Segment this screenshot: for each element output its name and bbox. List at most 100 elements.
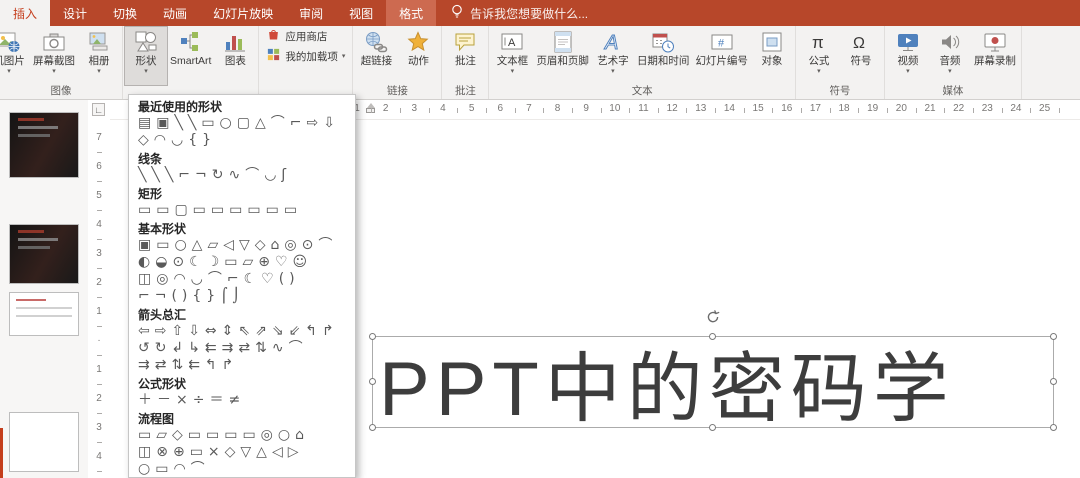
resize-handle-nw[interactable] [369,333,376,340]
slide-thumbnail[interactable] [9,292,79,336]
ribbon-group-label: 图像 [50,85,72,97]
dropdown-arrow-icon: ▾ [817,68,821,75]
shape-gallery-row[interactable]: ⇉⇄⇅⇇↰↱ [129,357,355,374]
action-icon [406,29,430,55]
tab-review[interactable]: 审阅 [286,0,336,26]
slide-title-text[interactable]: PPT中的密码学 [373,337,1053,432]
photo-album-button[interactable]: 相册 ▾ [78,27,120,85]
shape-gallery-row[interactable]: ○▭◠⌒ [129,461,355,477]
wordart-button[interactable]: A 艺术字 ▾ [592,27,634,85]
shape-section: 最近使用的形状 ▤▣╲╲▭○▢△⌒⌐⇨⇩ ◇◠◡{} [129,97,355,149]
shape-section-title: 线条 [138,152,163,166]
selected-text-box[interactable]: PPT中的密码学 [369,310,1057,432]
ruler-number: 21 [924,103,936,114]
tab-transitions[interactable]: 切换 [100,0,150,26]
screen-record-button[interactable]: 屏幕录制 ▾ [971,27,1019,85]
smartart-button[interactable]: SmartArt ▾ [167,27,214,85]
tab-label: 格式 [399,6,424,21]
shape-gallery-row[interactable]: ◫⊗⊕▭×◇▽△◁▷ [129,444,355,461]
button-label: 文本框 [496,55,529,67]
tab-view[interactable]: 视图 [336,0,386,26]
video-button[interactable]: 视频 ▾ [887,27,929,85]
ribbon-group-label: 符号 [829,85,851,97]
slide-number-button[interactable]: # 幻灯片编号 ▾ [692,27,751,85]
shape-gallery-row[interactable]: ⇦⇨⇧⇩⇔⇕⇖⇗⇘⇙↰↱ [129,323,355,340]
resize-handle-ne[interactable] [1050,333,1057,340]
resize-handle-e[interactable] [1050,378,1057,385]
hyperlink-button[interactable]: 超链接 ▾ [355,27,397,85]
ribbon-group-illustrations: 形状 ▾ SmartArt ▾ 图表 ▾ [123,26,260,99]
text-box-button[interactable]: A 文本框 ▾ [491,27,533,85]
audio-icon [938,29,962,55]
online-pictures-button[interactable]: 机图片 ▾ [0,27,30,85]
dropdown-arrow-icon: ▾ [341,53,346,60]
screenshot-button[interactable]: 屏幕截图 ▾ [30,27,78,85]
audio-button[interactable]: 音频 ▾ [929,27,971,85]
ruler-number: 22 [953,103,965,114]
shape-gallery-row[interactable]: ＋－×÷＝≠ [129,392,355,409]
header-footer-button[interactable]: 页眉和页脚 ▾ [533,27,592,85]
chart-button[interactable]: 图表 ▾ [214,27,256,85]
comment-button[interactable]: 批注 ▾ [444,27,486,85]
my-addins-button[interactable]: 我的加载项 ▾ [261,47,350,66]
ribbon-group-images: 机图片 ▾ 屏幕截图 ▾ 相册 ▾ 图像 [0,26,123,99]
tell-me-box[interactable]: 告诉我您想要做什么... [450,0,588,26]
wordart-icon: A [601,29,625,55]
ribbon-group-add-ins: 应用商店 ▾ 我的加载项 ▾ [259,26,354,99]
slide-thumbnail-panel[interactable] [0,100,88,478]
slide-thumbnail[interactable] [9,412,79,472]
shape-section: 线条 ╲╲╲⌐¬↻∿⌒◡ʃ [129,149,355,184]
tab-design[interactable]: 设计 [50,0,100,26]
shape-gallery-row[interactable]: ◇◠◡{} [129,132,355,149]
tab-slideshow[interactable]: 幻灯片放映 [200,0,286,26]
equation-button[interactable]: π 公式 ▾ [798,27,840,85]
button-label: 公式 [808,55,830,67]
button-label: 动作 [407,55,429,67]
tab-stop-selector-icon[interactable]: ∟ [92,103,105,116]
shape-gallery-row[interactable]: ◫◎◠◡⌒⌐☾♡() [129,271,355,288]
slide-thumbnail[interactable] [9,224,79,284]
ribbon-group-label: 链接 [386,85,408,97]
dropdown-arrow-icon: ▾ [948,68,952,75]
ruler-number: 11 [638,103,649,114]
ruler-number: 18 [838,103,850,114]
object-button[interactable]: 对象 ▾ [751,27,793,85]
ruler-number: 20 [895,103,907,114]
ruler-number: 3 [96,248,102,259]
shape-gallery-row[interactable]: ▣▭○△▱◁▽◇⌂◎⊙⌒ [129,237,355,254]
svg-text:A: A [508,37,516,49]
slide-thumbnail[interactable] [9,112,79,178]
shape-gallery-row[interactable]: ⌐¬(){}⌠⌡ [129,288,355,305]
shapes-button[interactable]: 形状 ▾ [124,26,168,86]
shape-gallery-row[interactable]: ▭▱◇▭▭▭▭◎○⌂ [129,427,355,444]
shape-gallery-row[interactable]: ◐◒⊙☾☽▭▱⊕♡☺ [129,254,355,271]
action-button[interactable]: 动作 ▾ [397,27,439,85]
resize-handle-w[interactable] [369,378,376,385]
my-addins-icon [266,47,281,67]
button-label: 批注 [454,55,476,67]
shape-gallery-row[interactable]: ▭▭▢▭▭▭▭▭▭ [129,202,355,219]
lightbulb-icon [450,4,464,22]
tab-insert[interactable]: 插入 [0,0,51,26]
tab-format[interactable]: 格式 [386,0,437,26]
shape-gallery-row[interactable]: ▤▣╲╲▭○▢△⌒⌐⇨⇩ [129,115,355,132]
ribbon-group-comments: 批注 ▾ 批注 [442,26,490,99]
ribbon-group-label: 批注 [454,85,476,97]
date-time-button[interactable]: 日期和时间 ▾ [634,27,693,85]
tab-label: 设计 [63,6,88,21]
shape-gallery-row[interactable]: ↺↻↲↳⇇⇉⇄⇅∿⌒ [129,340,355,357]
button-label: 符号 [850,55,872,67]
resize-handle-n[interactable] [709,333,716,340]
resize-handle-s[interactable] [709,424,716,431]
rotate-handle[interactable] [705,309,721,330]
ruler-number: 5 [96,190,102,201]
button-label: 形状 [135,55,157,67]
svg-text:π: π [812,33,824,52]
tab-animations[interactable]: 动画 [150,0,200,26]
resize-handle-sw[interactable] [369,424,376,431]
ribbon-group-links: 超链接 ▾ 动作 ▾ 链接 [353,26,443,99]
shape-gallery-row[interactable]: ╲╲╲⌐¬↻∿⌒◡ʃ [129,167,355,184]
symbol-button[interactable]: Ω 符号 ▾ [840,27,882,85]
resize-handle-se[interactable] [1050,424,1057,431]
store-button[interactable]: 应用商店 ▾ [261,27,350,46]
